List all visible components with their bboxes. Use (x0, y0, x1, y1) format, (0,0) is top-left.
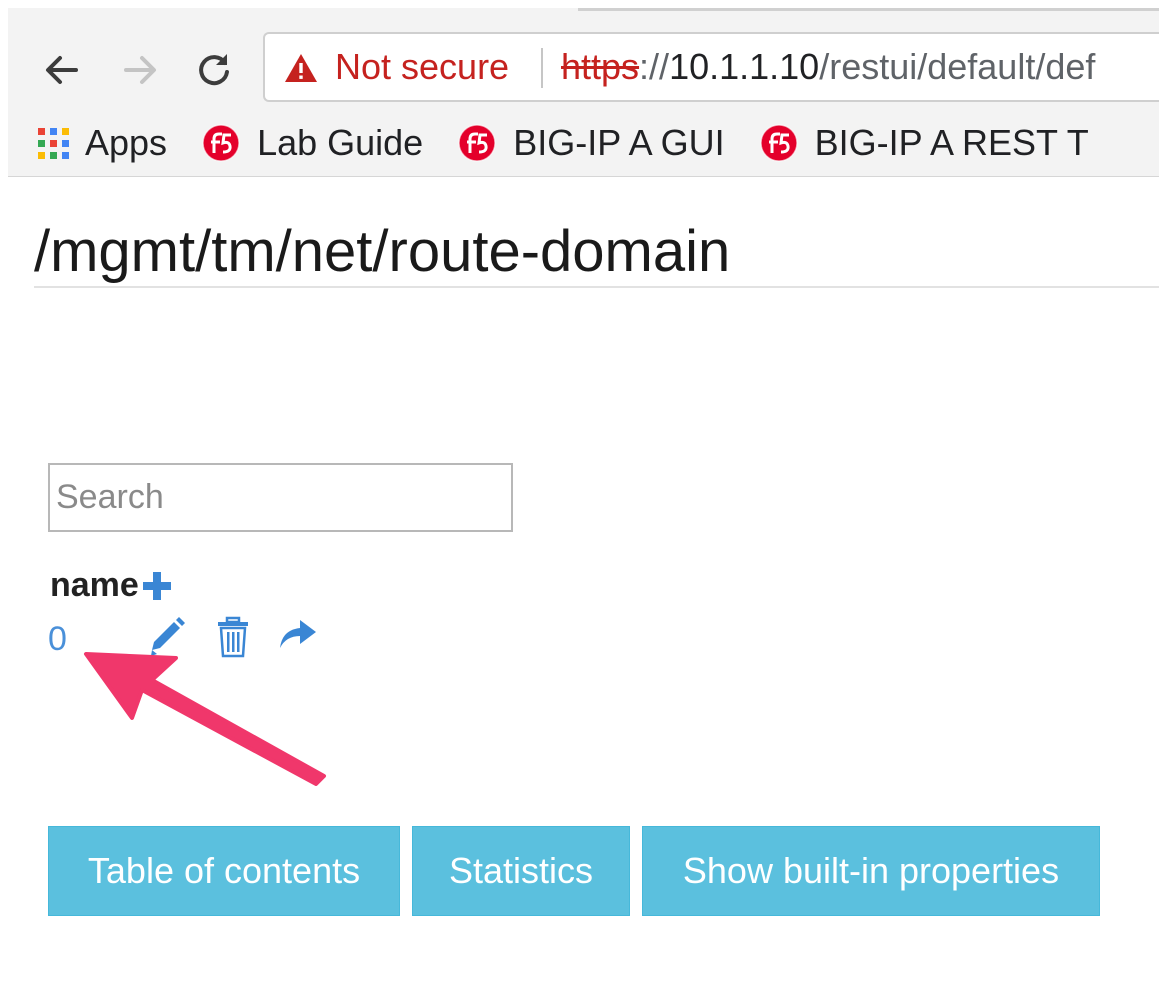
forward-button[interactable] (116, 46, 164, 94)
plus-icon (142, 571, 171, 600)
bookmark-label: Lab Guide (257, 122, 424, 163)
table-header: name (50, 566, 173, 605)
address-separator (541, 48, 543, 88)
reload-icon (199, 54, 229, 86)
bookmarks-bar: Apps Lab Guide BIG-IP A GUI BIG-IP A RES… (38, 118, 1123, 168)
table-of-contents-button[interactable]: Table of contents (48, 826, 400, 916)
f5-logo-icon (457, 123, 497, 163)
security-status-label[interactable]: Not secure (335, 46, 509, 88)
bookmark-big-ip-a-rest[interactable]: BIG-IP A REST T (759, 122, 1089, 164)
warning-triangle-icon (285, 54, 317, 82)
bookmark-apps[interactable]: Apps (38, 122, 167, 164)
add-button[interactable] (141, 570, 173, 602)
url-scheme: https (561, 46, 640, 87)
f5-logo-icon (759, 123, 799, 163)
url-text[interactable]: https://10.1.1.10/restui/default/def (561, 46, 1095, 88)
arrow-right-icon (124, 56, 156, 84)
url-separator: :// (639, 46, 670, 87)
browser-toolbar: Not secure https://10.1.1.10/restui/defa… (8, 8, 1159, 177)
column-header-name: name (50, 566, 139, 604)
f5-logo-icon (201, 123, 241, 163)
bookmark-lab-guide[interactable]: Lab Guide (201, 122, 423, 164)
apps-grid-icon (38, 127, 69, 159)
route-domain-link[interactable]: 0 (48, 620, 67, 659)
bookmark-big-ip-a-gui[interactable]: BIG-IP A GUI (457, 122, 725, 164)
address-bar[interactable]: Not secure https://10.1.1.10/restui/defa… (263, 32, 1159, 102)
reload-button[interactable] (190, 46, 238, 94)
show-builtin-properties-button[interactable]: Show built-in properties (642, 826, 1100, 916)
bookmark-label: Apps (85, 122, 168, 163)
action-buttons: Table of contents Statistics Show built-… (48, 826, 1112, 916)
annotation-arrow (84, 652, 326, 786)
search-input[interactable] (48, 463, 513, 532)
page-title: /mgmt/tm/net/route-domain (34, 219, 731, 284)
title-divider (34, 286, 1159, 288)
url-host: 10.1.1.10 (669, 46, 820, 87)
back-button[interactable] (38, 46, 86, 94)
url-path: /restui/default/def (819, 46, 1096, 87)
arrow-left-icon (46, 56, 78, 84)
browser-window: Not secure https://10.1.1.10/restui/defa… (0, 0, 1159, 989)
statistics-button[interactable]: Statistics (412, 826, 630, 916)
bookmark-label: BIG-IP A GUI (513, 122, 725, 163)
tab-strip-edge (578, 8, 1159, 11)
bookmark-label: BIG-IP A REST T (814, 122, 1089, 163)
